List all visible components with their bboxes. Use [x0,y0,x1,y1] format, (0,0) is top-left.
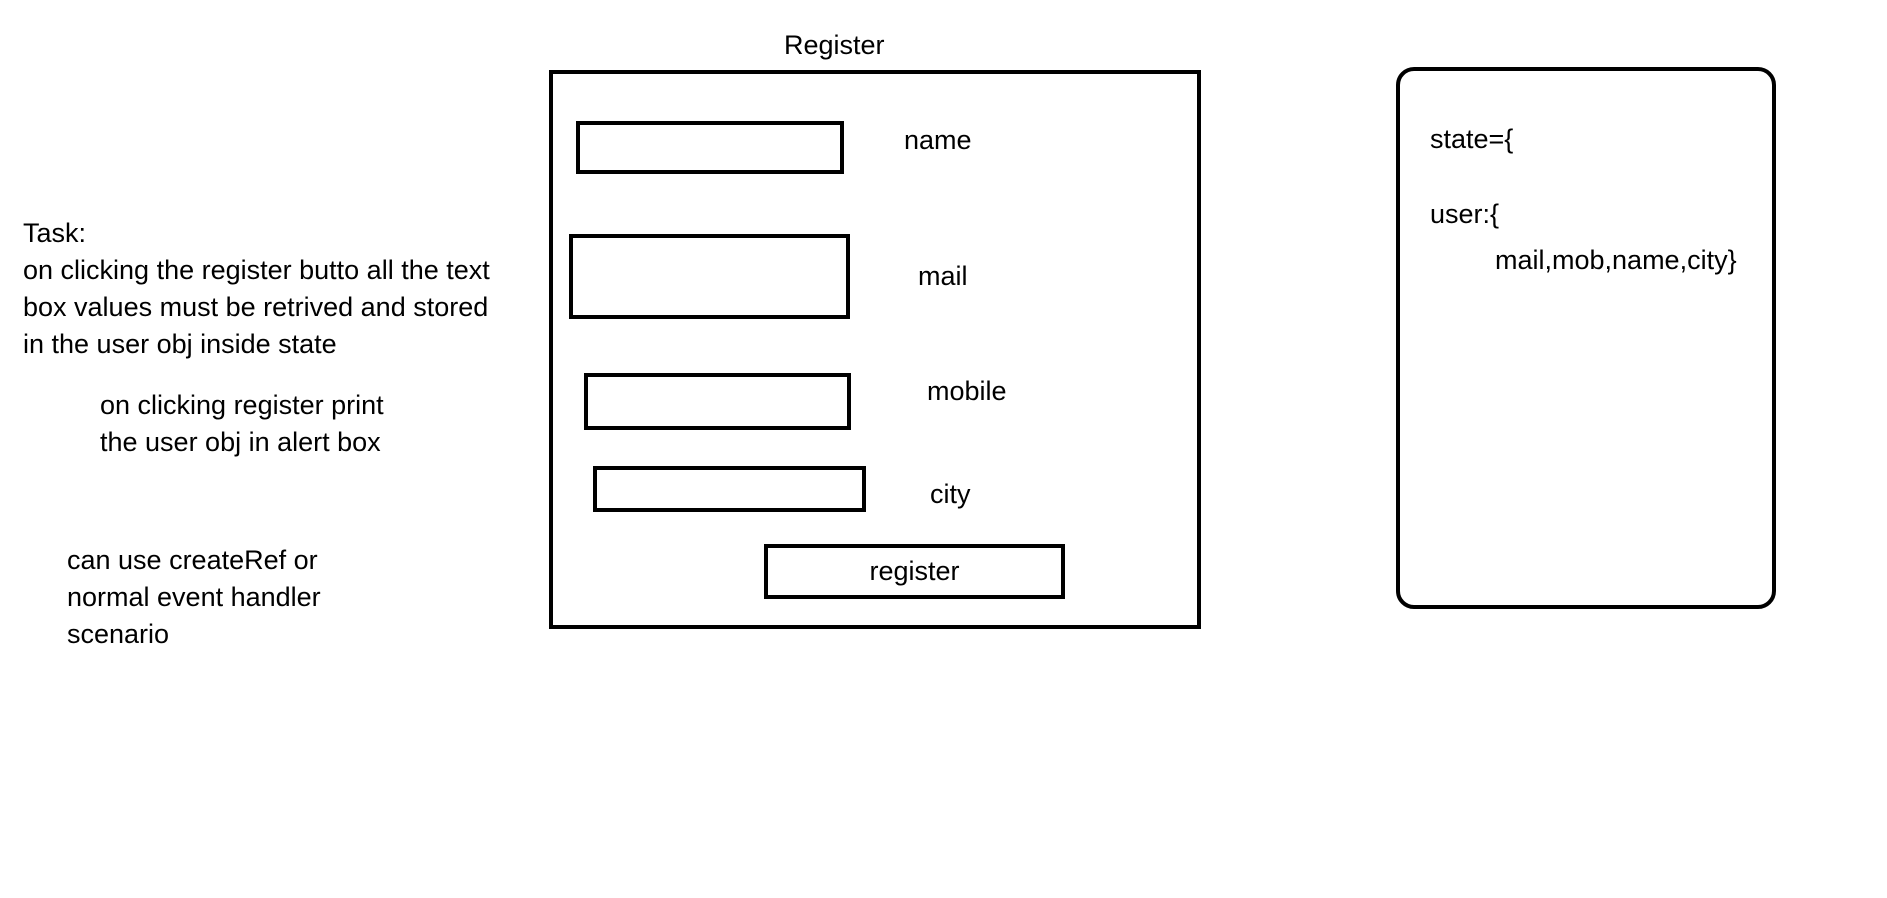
name-input[interactable] [576,121,844,174]
task-line-1: on clicking the register butto all the t… [23,255,490,285]
mobile-input[interactable] [584,373,851,430]
mail-label: mail [918,261,968,291]
state-line-2: user:{ [1430,199,1500,229]
task-line-2: box values must be retrived and stored [23,292,489,322]
alert-note-line-1: on clicking register print [100,390,384,420]
register-button[interactable]: register [764,544,1065,599]
hint-line-2: normal event handler [67,582,321,612]
name-label: name [904,125,972,155]
task-heading: Task: [23,218,87,248]
state-line-3: mail,mob,name,city} [1495,245,1737,275]
state-line-1: state={ [1430,124,1514,154]
mail-input[interactable] [569,234,850,319]
mobile-label: mobile [927,376,1007,406]
hint-line-1: can use createRef or [67,545,318,575]
alert-note-line-2: the user obj in alert box [100,427,381,457]
form-title: Register [784,30,885,60]
city-input[interactable] [593,466,866,512]
hint-line-3: scenario [67,619,170,649]
city-label: city [930,479,971,509]
task-line-3: in the user obj inside state [23,329,337,359]
